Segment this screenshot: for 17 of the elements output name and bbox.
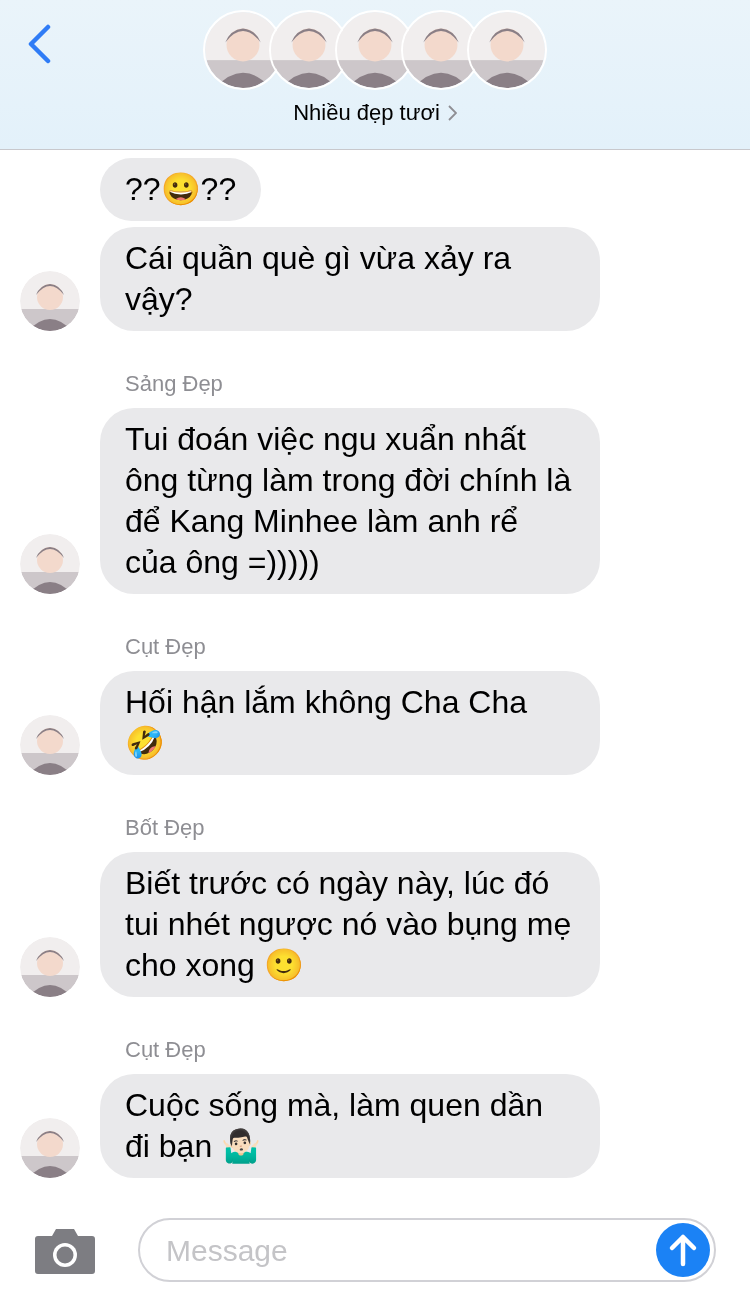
- send-icon[interactable]: [656, 1223, 710, 1277]
- message-bubble: Tui đoán việc ngu xuẩn nhất ông từng làm trong đời chính là để Kang Minhee làm anh rể của ông =))))): [100, 408, 600, 594]
- sender-name: Sảng Đẹp: [125, 370, 224, 398]
- sender-name: Cụt Đẹp: [125, 633, 207, 661]
- message-bubble: Cuộc sống mà, làm quen dần đi bạn 🤷🏻‍♂: [100, 1074, 600, 1178]
- message-bubble: Biết trước có ngày này, lúc đó tui nhét ngược nó vào bụng mẹ cho xong 🙂: [100, 852, 600, 997]
- message-bubble: Hối hận lắm không Cha Cha 🤣: [100, 671, 600, 775]
- message-field[interactable]: Message: [138, 1218, 716, 1282]
- message-input[interactable]: Message: [166, 1227, 656, 1273]
- sender-name: Bốt Đẹp: [125, 814, 206, 842]
- back-icon[interactable]: [26, 24, 52, 64]
- message-bubble: ??😀??: [100, 158, 262, 221]
- group-title[interactable]: Nhiều đẹp tươi: [293, 96, 440, 129]
- camera-icon[interactable]: [34, 1226, 96, 1274]
- message-bubble: Cái quần què gì vừa xảy ra vậy?: [100, 227, 600, 331]
- sender-name: Cụt Đẹp: [125, 1036, 207, 1064]
- chevron-icon: [447, 104, 457, 121]
